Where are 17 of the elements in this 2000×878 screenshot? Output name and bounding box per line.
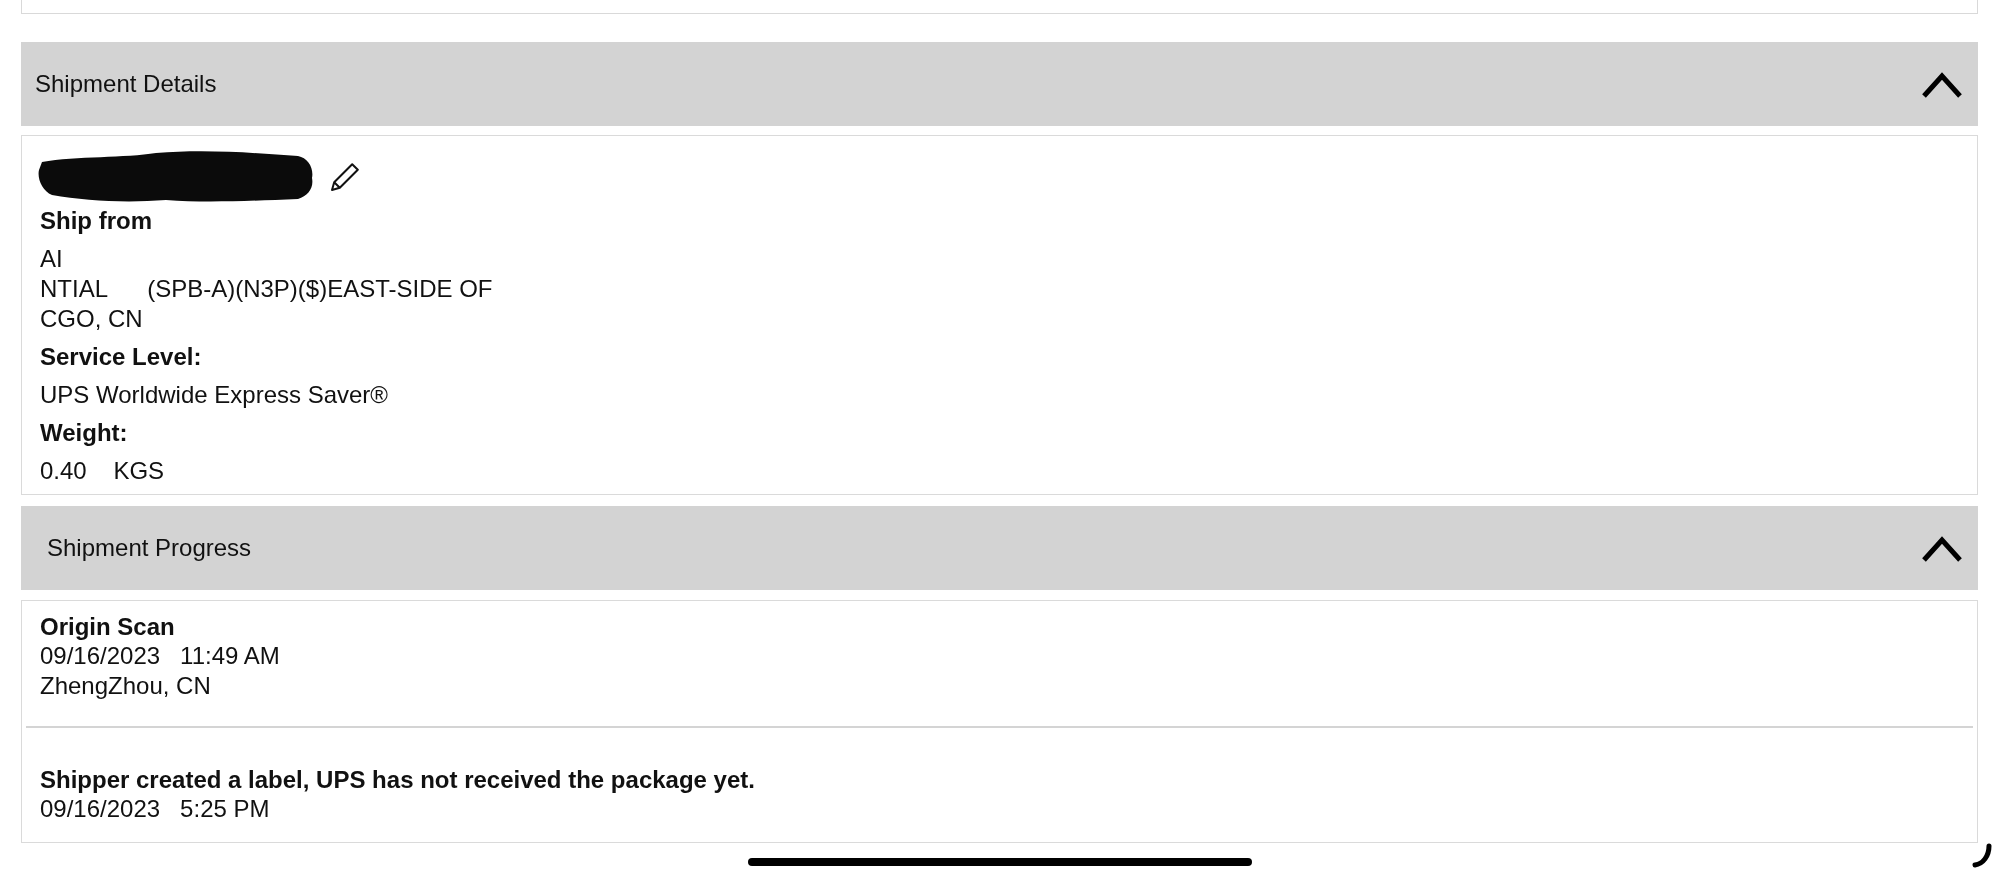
event-datetime: 09/16/2023 11:49 AM (40, 641, 281, 671)
section-header[interactable]: Shipment Progress (21, 506, 1978, 590)
event-status: Shipper created a label, UPS has not received the package yet. (40, 765, 756, 794)
event-location: ZhengZhou, CN (40, 671, 212, 701)
field-label: Ship from (40, 206, 153, 236)
event-datetime: 09/16/2023 5:25 PM (40, 794, 271, 824)
section-header[interactable]: Shipment Details (21, 42, 1978, 126)
field-value: UPS Worldwide Express Saver® (40, 380, 390, 410)
field-value: NTIAL (SPB-A)(N3P)($)EAST-SIDE OF (40, 274, 494, 304)
field-label: Service Level: (40, 342, 203, 372)
field-value: CGO, CN (40, 304, 144, 334)
field-value: AI (40, 244, 64, 274)
pencil-icon[interactable] (329, 163, 361, 193)
field-value: 0.40 KGS (40, 456, 166, 486)
corner-curve-icon (1972, 843, 1994, 869)
event-status: Origin Scan (40, 612, 176, 641)
field-label: Weight: (40, 418, 129, 448)
